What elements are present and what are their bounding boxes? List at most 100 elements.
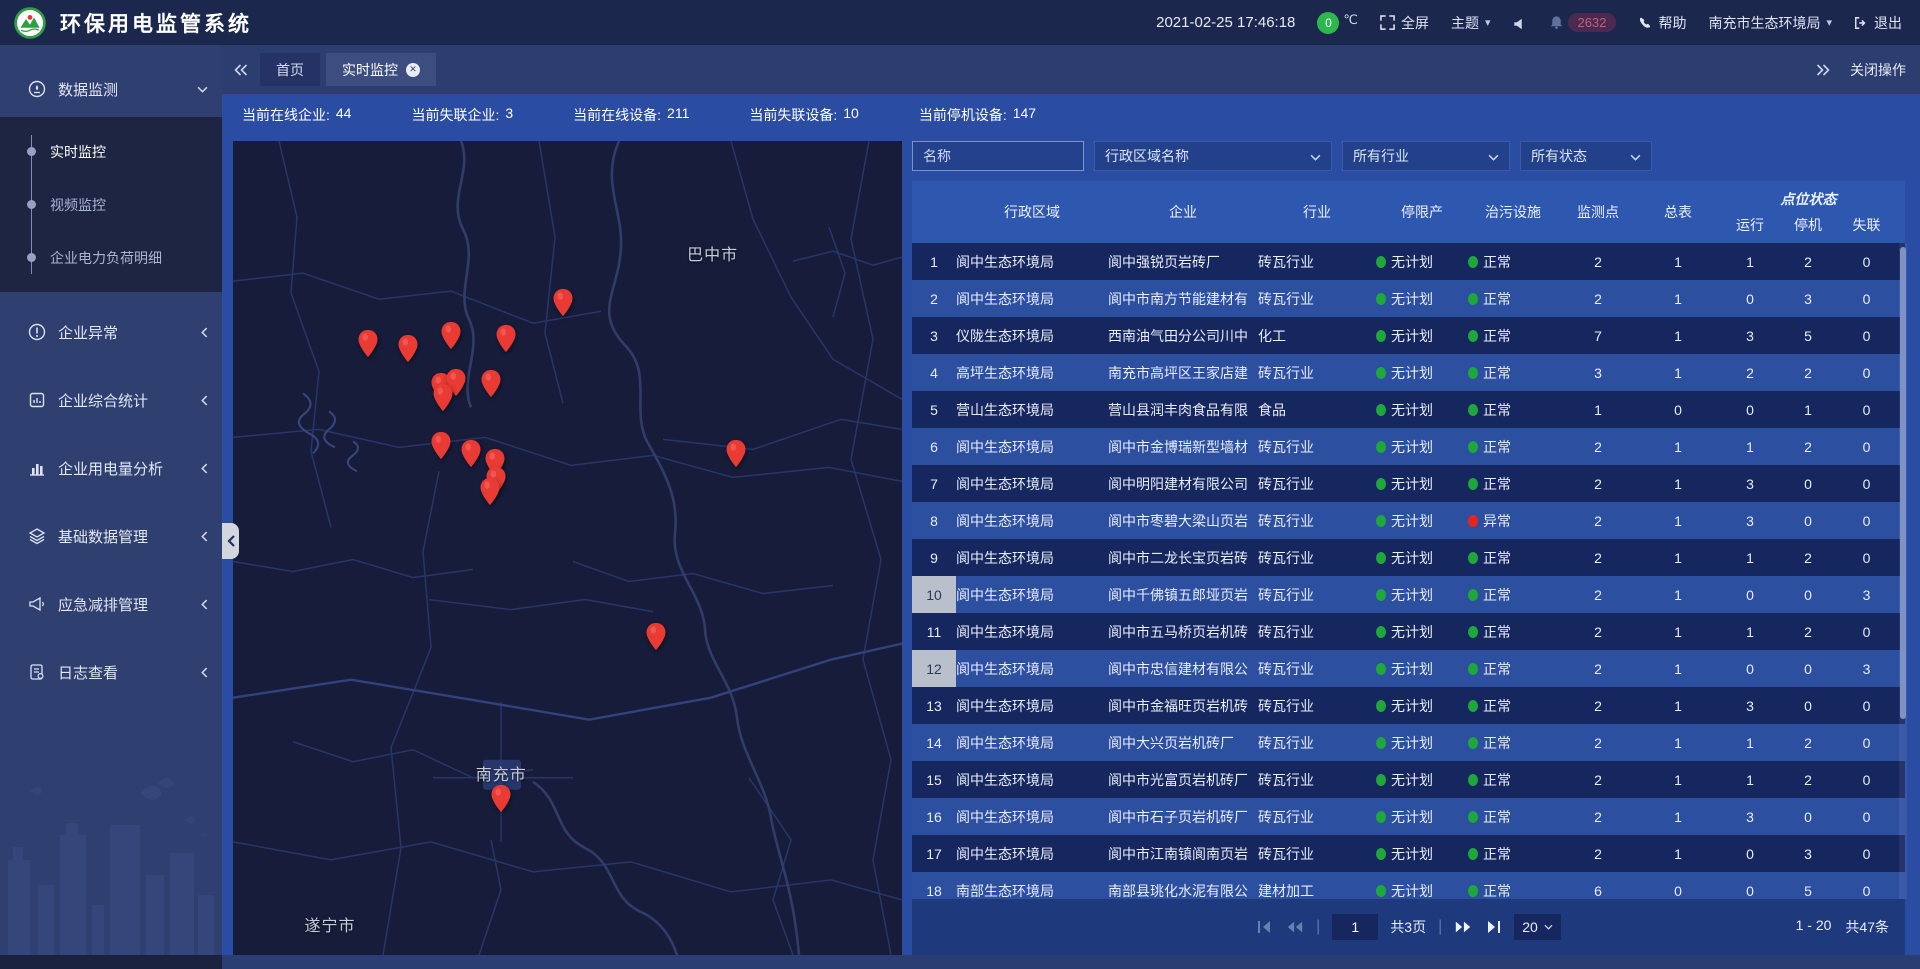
exit-icon bbox=[1854, 16, 1868, 30]
cell-facility-status: 正常 bbox=[1468, 770, 1558, 790]
sidebar-item-emergency-reduction[interactable]: 应急减排管理 bbox=[0, 576, 222, 632]
sidebar-item-realtime-monitor[interactable]: 实时监控 bbox=[0, 125, 222, 178]
page-size-select[interactable]: 20 bbox=[1514, 914, 1561, 940]
cell-running-count: 2 bbox=[1718, 365, 1782, 381]
sidebar-item-power-load-detail[interactable]: 企业电力负荷明细 bbox=[0, 231, 222, 284]
map-pin[interactable] bbox=[552, 288, 574, 317]
table-row[interactable]: 15阆中生态环境局阆中市光富页岩机砖厂砖瓦行业无计划正常21120 bbox=[912, 761, 1905, 798]
map-pin[interactable] bbox=[490, 784, 512, 813]
record-range-label: 1 - 20 bbox=[1796, 917, 1832, 937]
name-search-input[interactable] bbox=[912, 141, 1084, 171]
map-pin[interactable] bbox=[357, 329, 379, 358]
table-row[interactable]: 17阆中生态环境局阆中市江南镇阆南页岩砖瓦行业无计划正常21030 bbox=[912, 835, 1905, 872]
cell-monitor-count: 2 bbox=[1558, 291, 1638, 307]
scrollbar-thumb[interactable] bbox=[1900, 247, 1906, 719]
cell-lost-count: 0 bbox=[1834, 550, 1899, 566]
cell-company: 阆中市五马桥页岩机砖 bbox=[1108, 622, 1258, 642]
fullscreen-button[interactable]: 全屏 bbox=[1380, 13, 1429, 33]
cell-company: 阆中千佛镇五郎垭页岩 bbox=[1108, 585, 1258, 605]
status-dot bbox=[1468, 478, 1478, 490]
stat-label: 当前在线企业: bbox=[242, 105, 330, 125]
next-page-button[interactable] bbox=[1454, 920, 1472, 934]
close-icon[interactable]: ✕ bbox=[406, 63, 420, 77]
map-pin[interactable] bbox=[460, 439, 482, 468]
cell-industry: 建材加工 bbox=[1258, 881, 1376, 900]
table-row[interactable]: 5营山生态环境局营山县润丰肉食品有限食品无计划正常10010 bbox=[912, 391, 1905, 428]
table-row[interactable]: 12阆中生态环境局阆中市忠信建材有限公砖瓦行业无计划正常21003 bbox=[912, 650, 1905, 687]
map-pin[interactable] bbox=[645, 622, 667, 651]
map-city-label: 遂宁市 bbox=[304, 912, 355, 936]
table-row[interactable]: 16阆中生态环境局阆中市石子页岩机砖厂砖瓦行业无计划正常21300 bbox=[912, 798, 1905, 835]
map-pin[interactable] bbox=[432, 383, 454, 412]
last-page-button[interactable] bbox=[1484, 920, 1502, 934]
sidebar-item-video-monitor[interactable]: 视频监控 bbox=[0, 178, 222, 231]
theme-dropdown[interactable]: 主题 ▾ bbox=[1451, 13, 1491, 33]
map-roads bbox=[233, 141, 902, 955]
sidebar-item-data-monitor[interactable]: 数据监测 bbox=[0, 61, 222, 117]
tab-realtime-monitor[interactable]: 实时监控 ✕ bbox=[326, 53, 436, 86]
sidebar-item-power-analysis[interactable]: 企业用电量分析 bbox=[0, 440, 222, 496]
notification-bell[interactable]: 2632 bbox=[1549, 13, 1617, 32]
sidebar-submenu: 实时监控 视频监控 企业电力负荷明细 bbox=[0, 117, 222, 292]
cell-limit-status: 无计划 bbox=[1376, 474, 1468, 494]
cell-stopped-count: 0 bbox=[1782, 513, 1834, 529]
table-row[interactable]: 10阆中生态环境局阆中千佛镇五郎垭页岩砖瓦行业无计划正常21003 bbox=[912, 576, 1905, 613]
cell-running-count: 3 bbox=[1718, 698, 1782, 714]
table-row[interactable]: 14阆中生态环境局阆中大兴页岩机砖厂砖瓦行业无计划正常21120 bbox=[912, 724, 1905, 761]
speaker-icon[interactable] bbox=[1513, 14, 1527, 30]
cell-industry: 砖瓦行业 bbox=[1258, 363, 1376, 383]
region-select[interactable]: 行政区域名称 bbox=[1094, 141, 1332, 171]
table-row[interactable]: 2阆中生态环境局阆中市南方节能建材有砖瓦行业无计划正常21030 bbox=[912, 280, 1905, 317]
cell-industry: 砖瓦行业 bbox=[1258, 252, 1376, 272]
table-row[interactable]: 18南部生态环境局南部县珧化水泥有限公建材加工无计划正常60050 bbox=[912, 872, 1905, 899]
table-row[interactable]: 3仪陇生态环境局西南油气田分公司川中化工无计划正常71350 bbox=[912, 317, 1905, 354]
tab-home[interactable]: 首页 bbox=[260, 53, 320, 86]
status-dot bbox=[1376, 293, 1386, 305]
map-pin[interactable] bbox=[495, 324, 517, 353]
status-dot bbox=[1468, 293, 1478, 305]
status-select[interactable]: 所有状态 bbox=[1520, 141, 1652, 171]
table-scrollbar[interactable] bbox=[1899, 243, 1907, 899]
cell-facility-status: 正常 bbox=[1468, 881, 1558, 900]
table-row[interactable]: 1阆中生态环境局阆中强锐页岩砖厂砖瓦行业无计划正常21120 bbox=[912, 243, 1905, 280]
table-header: 行政区域 企业 行业 停限产 治污设施 监测点 总表 点位状态 运行 bbox=[912, 181, 1905, 243]
cell-running-count: 1 bbox=[1718, 550, 1782, 566]
tab-scroll-left[interactable] bbox=[228, 55, 254, 85]
help-button[interactable]: 帮助 bbox=[1638, 13, 1686, 33]
prev-page-button[interactable] bbox=[1286, 920, 1304, 934]
sidebar-item-log-view[interactable]: 日志查看 bbox=[0, 644, 222, 700]
logout-button[interactable]: 退出 bbox=[1854, 13, 1902, 33]
cell-company: 阆中大兴页岩机砖厂 bbox=[1108, 733, 1258, 753]
industry-select[interactable]: 所有行业 bbox=[1342, 141, 1510, 171]
map-canvas[interactable]: 巴中市南充市遂宁市 bbox=[233, 141, 902, 955]
sidebar-item-base-data[interactable]: 基础数据管理 bbox=[0, 508, 222, 564]
sidebar-collapse-handle[interactable] bbox=[222, 523, 239, 559]
table-row[interactable]: 4高坪生态环境局南充市高坪区王家店建砖瓦行业无计划正常31220 bbox=[912, 354, 1905, 391]
page-number-input[interactable] bbox=[1332, 914, 1378, 940]
status-dot bbox=[1376, 663, 1386, 675]
map-pin[interactable] bbox=[440, 321, 462, 350]
table-row[interactable]: 13阆中生态环境局阆中市金福旺页岩机砖砖瓦行业无计划正常21300 bbox=[912, 687, 1905, 724]
cell-running-count: 1 bbox=[1718, 772, 1782, 788]
map-pin[interactable] bbox=[479, 477, 501, 506]
sidebar-item-enterprise-statistics[interactable]: 企业综合统计 bbox=[0, 372, 222, 428]
cell-industry: 砖瓦行业 bbox=[1258, 659, 1376, 679]
map-pin[interactable] bbox=[397, 334, 419, 363]
close-operations-button[interactable]: 关闭操作 bbox=[1850, 60, 1906, 80]
map-pin[interactable] bbox=[430, 431, 452, 460]
table-row[interactable]: 7阆中生态环境局阆中明阳建材有限公司砖瓦行业无计划正常21300 bbox=[912, 465, 1905, 502]
sidebar-item-enterprise-abnormal[interactable]: 企业异常 bbox=[0, 304, 222, 360]
table-row[interactable]: 11阆中生态环境局阆中市五马桥页岩机砖砖瓦行业无计划正常21120 bbox=[912, 613, 1905, 650]
cell-running-count: 0 bbox=[1718, 402, 1782, 418]
first-page-button[interactable] bbox=[1256, 920, 1274, 934]
table-row[interactable]: 9阆中生态环境局阆中市二龙长宝页岩砖砖瓦行业无计划正常21120 bbox=[912, 539, 1905, 576]
map-pin[interactable] bbox=[725, 439, 747, 468]
table-row[interactable]: 8阆中生态环境局阆中市枣碧大梁山页岩砖瓦行业无计划异常21300 bbox=[912, 502, 1905, 539]
map-pin[interactable] bbox=[480, 369, 502, 398]
cell-lost-count: 3 bbox=[1834, 587, 1899, 603]
table-row[interactable]: 6阆中生态环境局阆中市金博瑞新型墙材砖瓦行业无计划正常21120 bbox=[912, 428, 1905, 465]
org-dropdown[interactable]: 南充市生态环境局 ▾ bbox=[1708, 13, 1832, 33]
cell-monitor-count: 2 bbox=[1558, 254, 1638, 270]
tab-scroll-right[interactable] bbox=[1810, 55, 1836, 85]
chevron-left-icon bbox=[225, 535, 237, 547]
